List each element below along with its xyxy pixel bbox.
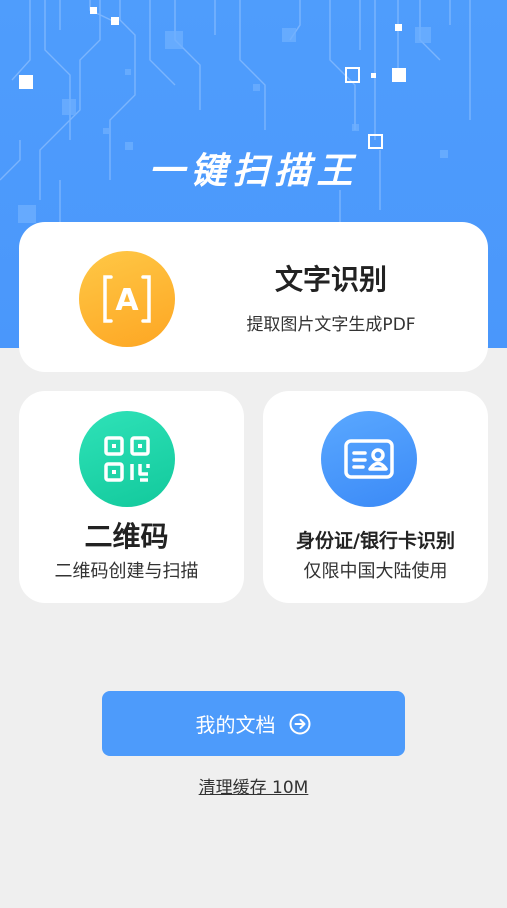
qr-code-title: 二维码 [84, 520, 169, 553]
id-card-icon [321, 411, 417, 507]
text-recognition-card[interactable]: A 文字识别 提取图片文字生成PDF [19, 222, 488, 372]
arrow-right-circle-icon [288, 712, 312, 736]
qr-code-subtitle: 二维码创建与扫描 [54, 561, 199, 582]
text-recognition-subtitle: 提取图片文字生成PDF [246, 315, 416, 335]
id-card-title: 身份证/银行卡识别 [296, 530, 455, 552]
text-recognition-title: 文字识别 [274, 263, 387, 296]
qr-code-card[interactable]: 二维码 二维码创建与扫描 [19, 391, 244, 603]
my-documents-label: 我的文档 [195, 713, 276, 737]
app-screen: 一键扫描王 A 文字识别 提取图片文字生成PDF 二维码 二维码创建与扫描 身份… [0, 0, 507, 908]
qr-code-icon [79, 411, 175, 507]
text-recognition-icon-letter: A [115, 283, 139, 318]
my-documents-button[interactable]: 我的文档 [102, 691, 405, 756]
clear-cache-link[interactable]: 清理缓存 10M [0, 773, 507, 798]
id-card-card[interactable]: 身份证/银行卡识别 仅限中国大陆使用 [263, 391, 488, 603]
text-recognition-icon: A [79, 251, 175, 347]
id-card-subtitle: 仅限中国大陆使用 [303, 561, 448, 582]
app-title: 一键扫描王 [148, 151, 359, 192]
